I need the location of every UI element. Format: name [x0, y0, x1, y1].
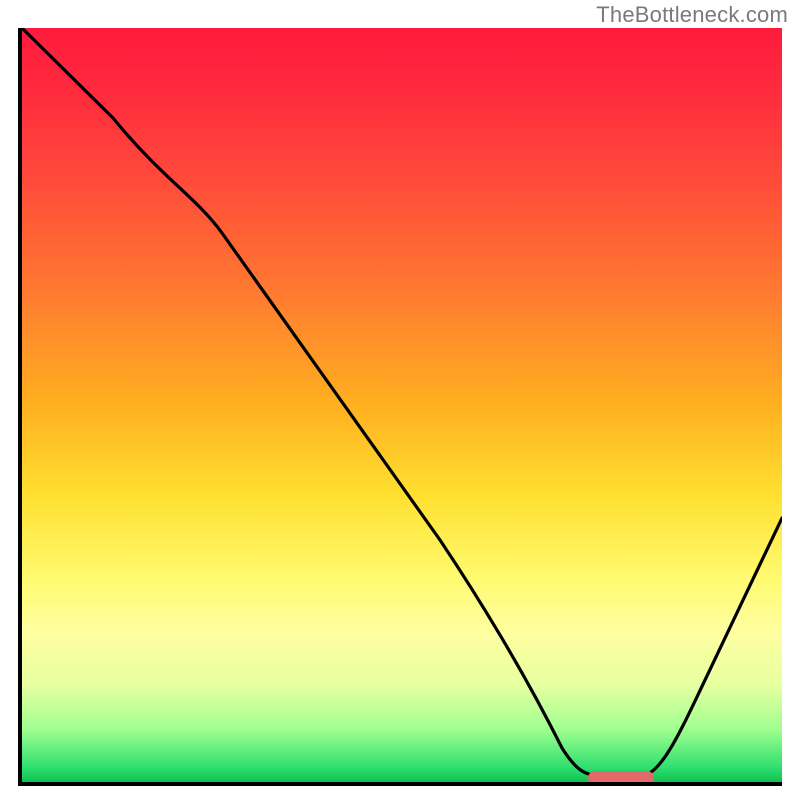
optimum-range-marker	[588, 771, 654, 785]
curve-path	[22, 28, 782, 776]
chart-area	[18, 28, 782, 786]
watermark-text: TheBottleneck.com	[596, 2, 788, 28]
bottleneck-curve	[22, 28, 782, 782]
